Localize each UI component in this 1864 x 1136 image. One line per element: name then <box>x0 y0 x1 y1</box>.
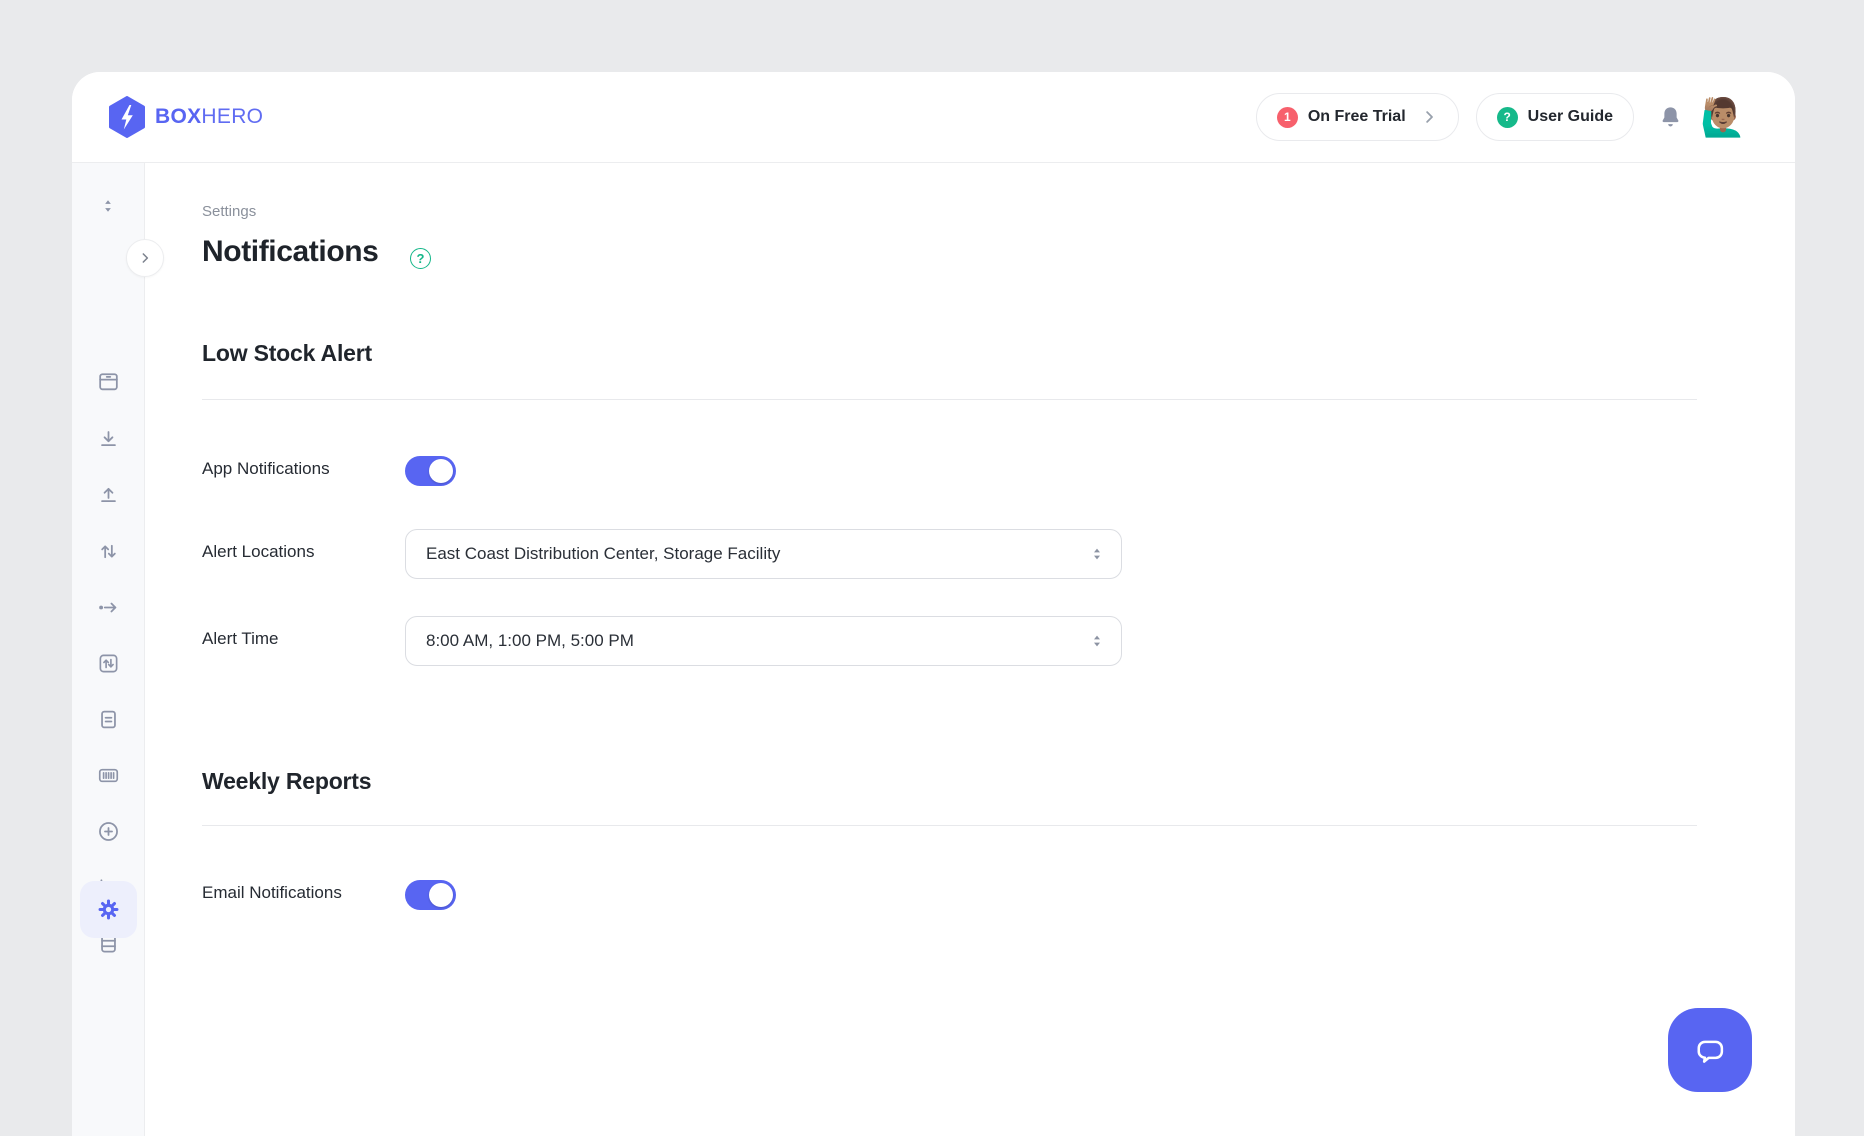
workspace-selector-icon[interactable] <box>95 193 121 219</box>
email-notifications-label: Email Notifications <box>202 883 342 903</box>
brand-bold: BOX <box>155 105 201 129</box>
section-heading-weekly-reports: Weekly Reports <box>202 768 371 795</box>
guide-label: User Guide <box>1528 108 1613 126</box>
user-guide-button[interactable]: ? User Guide <box>1476 93 1634 141</box>
sidebar-item-add plus-circle-icon[interactable] <box>95 818 121 844</box>
sidebar-item-adjust square-arrows-icon[interactable] <box>95 650 121 676</box>
notifications-bell-icon[interactable] <box>1657 103 1684 131</box>
toggle-knob <box>429 883 453 907</box>
select-updown-icon <box>1087 631 1107 651</box>
sidebar-item-settings gear-icon[interactable] <box>80 881 137 938</box>
brand-wordmark: BOXHERO <box>155 105 263 129</box>
trial-count-badge: 1 <box>1277 107 1298 128</box>
sidebar-item-barcode barcode-icon[interactable] <box>95 762 121 788</box>
alert-locations-label: Alert Locations <box>202 542 314 562</box>
guide-question-badge: ? <box>1497 107 1518 128</box>
email-notifications-toggle[interactable] <box>405 880 456 910</box>
help-icon[interactable]: ? <box>410 248 431 269</box>
section-heading-low-stock: Low Stock Alert <box>202 340 372 367</box>
toggle-knob <box>429 459 453 483</box>
breadcrumb[interactable]: Settings <box>202 203 256 220</box>
chevron-right-icon <box>1420 108 1438 126</box>
top-bar: BOXHERO 1 On Free Trial ? User Guide <box>72 72 1795 163</box>
user-avatar[interactable]: 🙋🏽‍♂️ <box>1701 95 1745 139</box>
page-title: Notifications <box>202 235 378 269</box>
free-trial-button[interactable]: 1 On Free Trial <box>1256 93 1459 141</box>
brand-light: HERO <box>201 105 263 129</box>
sidebar-item-stock-in download-icon[interactable] <box>95 426 121 452</box>
sidebar-item-stock-out upload-icon[interactable] <box>95 482 121 508</box>
trial-label: On Free Trial <box>1308 108 1406 126</box>
sidebar-expand-button chevron-right-icon[interactable] <box>126 239 164 277</box>
divider <box>202 399 1697 400</box>
sidebar-item-transfer arrows-up-down-icon[interactable] <box>95 538 121 564</box>
chat-support-button chat-bubble-icon[interactable] <box>1668 1008 1752 1092</box>
app-notifications-label: App Notifications <box>202 459 330 479</box>
select-updown-icon <box>1087 544 1107 564</box>
alert-time-label: Alert Time <box>202 629 279 649</box>
app-window: BOXHERO 1 On Free Trial ? User Guide <box>72 72 1795 1136</box>
sidebar <box>72 163 145 1136</box>
app-notifications-toggle[interactable] <box>405 456 456 486</box>
alert-time-select[interactable]: 8:00 AM, 1:00 PM, 5:00 PM <box>405 616 1122 666</box>
main-content: Settings Notifications ? Low Stock Alert… <box>145 163 1795 1136</box>
sidebar-item-move dot-arrow-icon[interactable] <box>95 594 121 620</box>
sidebar-item-purchase document-icon[interactable] <box>95 706 121 732</box>
boxhero-logo[interactable]: BOXHERO <box>109 96 263 138</box>
boxhero-hexagon-icon <box>109 96 145 138</box>
alert-locations-value: East Coast Distribution Center, Storage … <box>426 544 780 564</box>
alert-time-value: 8:00 AM, 1:00 PM, 5:00 PM <box>426 631 634 651</box>
alert-locations-select[interactable]: East Coast Distribution Center, Storage … <box>405 529 1122 579</box>
divider <box>202 825 1697 826</box>
sidebar-item-items box-icon[interactable] <box>95 368 121 394</box>
